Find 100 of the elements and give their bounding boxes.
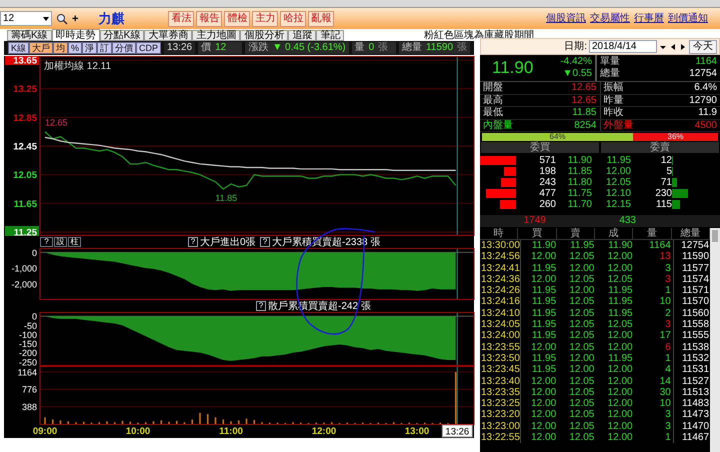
table-cell-text: 12.00 (606, 432, 634, 444)
chart-tool-button[interactable]: ? (40, 237, 53, 247)
axis-label: 776 (22, 384, 37, 395)
bid-volume-bar (500, 200, 516, 209)
table-cell-text: 11473 (680, 409, 710, 421)
view-tab[interactable]: 筆記 (316, 30, 344, 41)
chart-toggle[interactable]: 淨 (82, 42, 98, 54)
add-button[interactable]: + (72, 12, 78, 24)
table-cell: 1 (636, 432, 674, 444)
time-axis-label: 09:00 (32, 426, 58, 437)
time-cursor-label: 13:26 (442, 424, 473, 438)
table-cell-text: 12.00 (606, 262, 634, 274)
scrollbar[interactable] (710, 228, 720, 452)
volume-bar (52, 420, 54, 424)
toolbar-button[interactable]: 主力 (252, 10, 278, 26)
view-tab[interactable]: 分點K線 (100, 30, 144, 41)
axis-label: -250 (18, 357, 37, 366)
chart-toggle[interactable]: 大戶 (29, 42, 54, 54)
help-button[interactable]: ? (260, 237, 270, 247)
date-field[interactable]: 2018/4/14 (589, 40, 657, 53)
view-tab[interactable]: 即時走勢 (52, 29, 100, 41)
quote-label: 振幅 (604, 82, 624, 94)
table-cell: 13:24:41 (480, 262, 521, 274)
table-cell-text: 11570 (680, 296, 710, 308)
table-cell-text: 11.95 (530, 296, 558, 308)
field-label: 總量 (402, 42, 422, 54)
table-cell-text: 12.00 (606, 251, 634, 263)
table-cell-text: 12.00 (606, 398, 634, 410)
ask-total: 433 (618, 215, 636, 227)
toolbar-button[interactable]: 哈拉 (280, 10, 306, 26)
volume-bar (129, 422, 132, 424)
toolbar-link[interactable]: 到價通知 (668, 11, 708, 26)
column-header: 買 (518, 228, 557, 239)
axis-label: 12.85 (13, 112, 37, 124)
toolbar-button[interactable]: 看法 (168, 10, 194, 26)
toolbar-link[interactable]: 個股資訊 (546, 11, 586, 26)
chart-toggle[interactable]: 分價 (112, 42, 136, 54)
quote-label: 昨收 (604, 107, 624, 118)
table-cell-text: 12.00 (530, 342, 558, 353)
chart-tool-button[interactable]: 設 (54, 237, 67, 247)
time-axis-label: 11:00 (219, 426, 243, 437)
axis-label: -100 (18, 330, 37, 340)
table-cell-text: 11.95 (607, 285, 634, 296)
toolbar-link[interactable]: 交易屬性 (590, 11, 630, 26)
quote-value: 12754 (689, 68, 717, 80)
table-cell: 13:24:05 (480, 319, 521, 330)
table-cell: 1 (636, 285, 674, 296)
table-cell-text: 12.05 (568, 296, 596, 308)
chart-toggle[interactable]: % (68, 42, 82, 54)
change-value: ▼0.55 (562, 68, 592, 80)
toolbar-button[interactable]: 報告 (196, 10, 222, 26)
table-cell: 13:23:50 (480, 352, 521, 364)
chart-toggle[interactable]: CDP (136, 42, 162, 54)
table-cell-text: 12.05 (568, 386, 596, 398)
table-cell: 13 (636, 251, 674, 263)
table-cell: 3 (636, 409, 674, 421)
toolbar-link[interactable]: 行事曆 (634, 11, 664, 26)
stock-code-field[interactable]: 12 (0, 11, 52, 26)
table-cell-text: 12.05 (568, 398, 596, 410)
toolbar-button[interactable]: 體檢 (224, 10, 250, 26)
quote-value: 11.85 (572, 107, 596, 118)
view-tab[interactable]: 大單券商 (144, 30, 192, 41)
table-cell: 6 (636, 342, 674, 353)
help-button[interactable]: ? (188, 237, 198, 247)
view-tab[interactable]: 籌碼K線 (7, 30, 52, 41)
quote-value: 12.65 (571, 94, 596, 106)
date-label: 日期: (564, 40, 587, 54)
chart-toggle[interactable]: K線 (8, 42, 30, 54)
chart-toggle[interactable]: 均 (53, 42, 68, 54)
table-cell-text: 12.00 (530, 376, 558, 387)
bid-volume-bar (486, 189, 516, 198)
bid-quantity: 243 (538, 176, 556, 188)
chart-tool-button[interactable]: 柱 (68, 237, 81, 247)
table-cell-text: 11558 (680, 319, 710, 330)
quote-label: 總量 (600, 68, 620, 80)
field-label: 價 (201, 42, 212, 54)
table-cell-text: 12.00 (568, 364, 596, 376)
table-cell: 3 (636, 319, 674, 330)
table-cell-text: 12.05 (568, 308, 596, 320)
bid-price: 11.90 (566, 154, 592, 166)
table-cell-text: 11.95 (530, 330, 558, 342)
stock-name: 力麒 (98, 10, 124, 28)
view-tab[interactable]: 主力地圖 (192, 30, 240, 41)
table-cell-text: 12.00 (530, 398, 558, 410)
table-cell: 13:23:20 (480, 409, 521, 421)
help-button[interactable]: ? (256, 301, 266, 311)
view-tab[interactable]: 個股分析 (240, 30, 288, 41)
today-button[interactable]: 今天 (689, 40, 717, 54)
table-cell: 2 (636, 308, 674, 320)
chart-toggle[interactable]: 訂 (97, 42, 112, 54)
table-cell-text: 12.05 (606, 319, 634, 330)
search-icon[interactable] (56, 12, 68, 24)
table-cell: 13:23:40 (480, 376, 521, 387)
toolbar-button[interactable]: 亂報 (308, 10, 334, 26)
limit-price-tag: 13.65 (5, 56, 39, 66)
table-cell-text: 11513 (680, 386, 710, 398)
table-cell: 1 (636, 352, 674, 364)
table-cell-text: 11467 (680, 432, 710, 444)
view-tab[interactable]: 追蹤 (288, 30, 316, 41)
table-cell-text: 12.05 (568, 342, 596, 353)
